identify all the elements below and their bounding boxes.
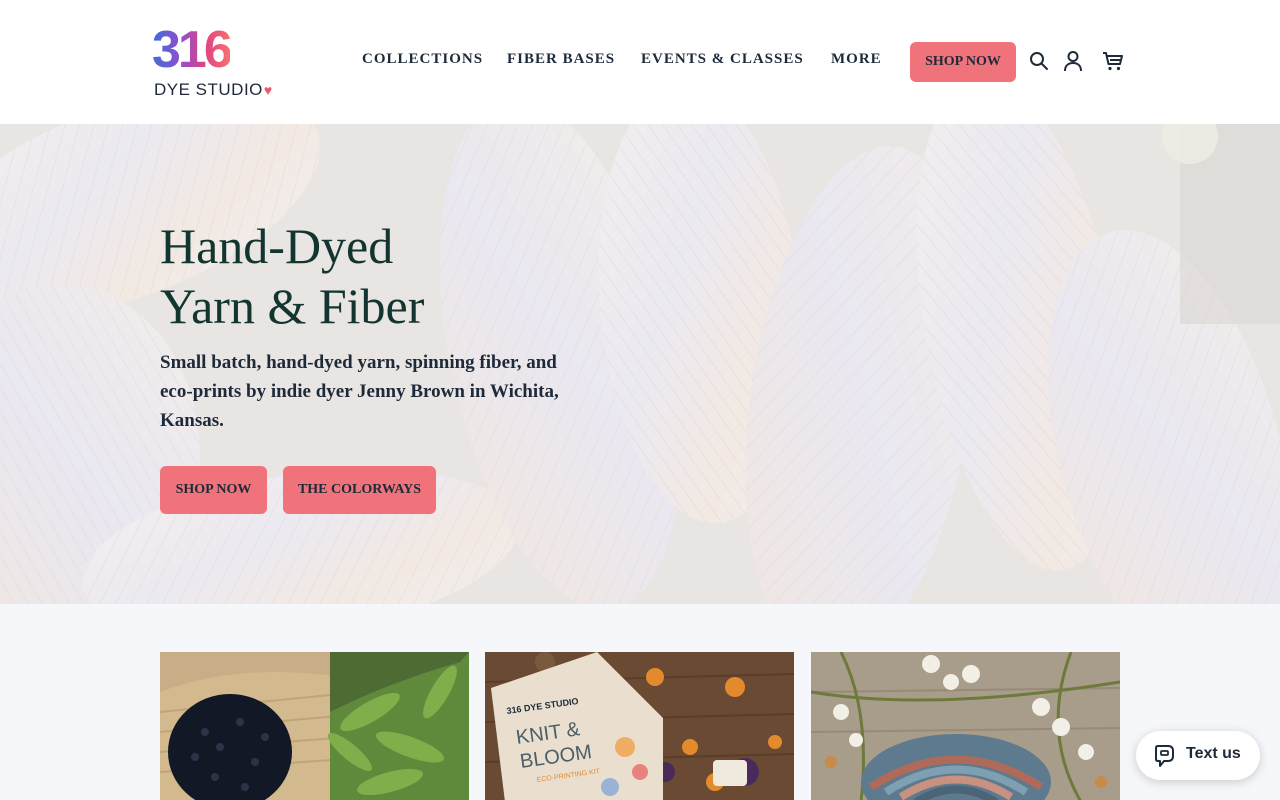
nav-more[interactable]: MORE <box>831 51 882 68</box>
text-us-label: Text us <box>1186 745 1241 762</box>
brand-logo[interactable]: 316 DYE STUDIO♥ <box>152 21 272 100</box>
header-shop-now-button[interactable]: SHOP NOW <box>910 42 1016 82</box>
card-berries-herbs[interactable] <box>160 652 469 800</box>
logo-subtitle-text: DYE STUDIO <box>154 80 263 99</box>
spinning-fiber-image <box>811 652 1120 800</box>
nav-collections[interactable]: COLLECTIONS <box>362 51 483 68</box>
heart-icon: ♥ <box>263 82 273 98</box>
card-knit-bloom-kit[interactable]: 316 DYE STUDIO KNIT & BLOOM ECO-PRINTING… <box>485 652 794 800</box>
hero-title-line2: Yarn & Fiber <box>160 278 425 334</box>
hero-colorways-button[interactable]: THE COLORWAYS <box>283 466 436 514</box>
card-spinning-fiber[interactable] <box>811 652 1120 800</box>
hero-shop-now-button[interactable]: SHOP NOW <box>160 466 267 514</box>
logo-number: 316 <box>152 21 233 79</box>
hero-title-line1: Hand-Dyed <box>160 218 394 274</box>
berries-herbs-image <box>160 652 469 800</box>
account-icon[interactable] <box>1063 50 1083 72</box>
hero-section: Hand-Dyed Yarn & Fiber Small batch, hand… <box>0 124 1280 604</box>
logo-subtitle: DYE STUDIO♥ <box>154 80 273 100</box>
knit-bloom-kit-image: 316 DYE STUDIO KNIT & BLOOM ECO-PRINTING… <box>485 652 794 800</box>
nav-fiber-bases[interactable]: FIBER BASES <box>507 51 615 68</box>
search-icon[interactable] <box>1029 51 1049 71</box>
featured-section: 316 DYE STUDIO KNIT & BLOOM ECO-PRINTING… <box>0 604 1280 800</box>
site-header: 316 DYE STUDIO♥ COLLECTIONS FIBER BASES … <box>0 0 1280 124</box>
text-us-button[interactable]: Text us <box>1136 731 1260 780</box>
cart-icon[interactable] <box>1102 50 1124 72</box>
hero-description: Small batch, hand-dyed yarn, spinning fi… <box>160 352 559 431</box>
hero-title: Hand-Dyed Yarn & Fiber <box>160 216 424 336</box>
nav-events-classes[interactable]: EVENTS & CLASSES <box>641 51 804 68</box>
chat-bubble-icon <box>1155 745 1174 767</box>
